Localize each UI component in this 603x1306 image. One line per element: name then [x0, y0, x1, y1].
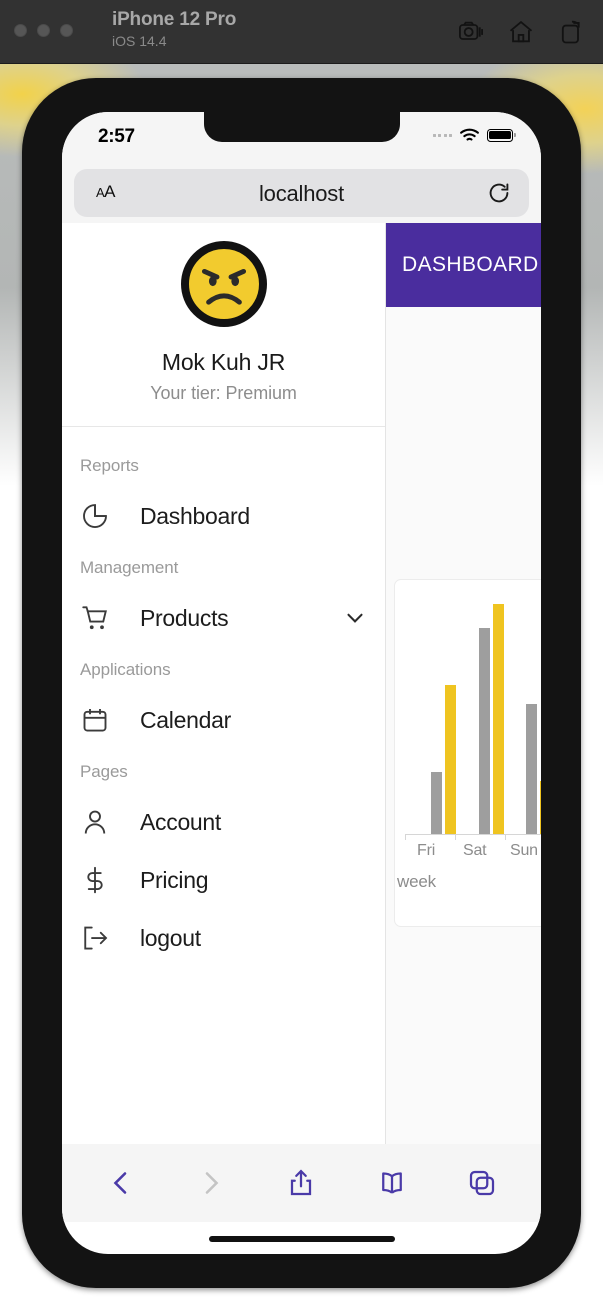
bar-sun-yellow	[540, 781, 541, 834]
status-bar-time: 2:57	[98, 126, 135, 147]
window-traffic-lights	[14, 24, 73, 37]
bar-fri-yellow	[445, 685, 456, 834]
zoom-window-button[interactable]	[60, 24, 73, 37]
bar-sun-gray	[526, 704, 537, 834]
bar-sat-yellow	[493, 604, 504, 834]
chart-tick-labels: Fri Sat Sun	[405, 842, 541, 866]
simulator-title-block: iPhone 12 Pro iOS 14.4	[112, 9, 236, 49]
sidebar-item-label: logout	[140, 924, 201, 951]
chart-x-axis-label: week	[397, 872, 436, 891]
shopping-cart-icon	[80, 603, 110, 633]
safari-bottom-toolbar	[62, 1144, 541, 1222]
url-text: localhost	[258, 181, 345, 206]
profile-tier: Your tier: Premium	[150, 383, 297, 403]
calendar-icon	[80, 705, 110, 735]
chart-x-axis	[405, 834, 541, 840]
page-title: DASHBOARD	[402, 253, 539, 276]
share-icon[interactable]	[286, 1167, 316, 1199]
bar-fri-gray	[431, 772, 442, 834]
profile-block: Mok Kuh JR Your tier: Premium	[62, 223, 385, 427]
bar-sat-gray	[479, 628, 490, 834]
bar-chart-plot	[405, 594, 541, 834]
sidebar-section-reports: Reports	[80, 456, 139, 475]
simulator-window: iPhone 12 Pro iOS 14.4 2:57 AA localhost…	[0, 0, 603, 1306]
close-window-button[interactable]	[14, 24, 27, 37]
reload-icon[interactable]	[487, 181, 511, 205]
simulator-titlebar: iPhone 12 Pro iOS 14.4	[0, 0, 603, 64]
sidebar-nav: Reports Dashboard Management Products Ap…	[62, 427, 385, 967]
sidebar-item-label: Dashboard	[140, 502, 250, 529]
home-icon[interactable]	[507, 18, 535, 46]
webview: Mok Kuh JR Your tier: Premium Reports Da…	[62, 223, 541, 1144]
pie-chart-icon	[80, 501, 110, 531]
sidebar-item-calendar[interactable]: Calendar	[62, 691, 385, 749]
back-chevron-icon[interactable]	[106, 1167, 136, 1199]
bar-group-sun	[526, 704, 541, 834]
sidebar-item-pricing[interactable]: Pricing	[62, 851, 385, 909]
chevron-down-icon[interactable]	[343, 606, 367, 630]
sidebar-section-applications: Applications	[80, 660, 171, 679]
dashboard-header: DASHBOARD	[386, 223, 541, 307]
dollar-icon	[80, 865, 110, 895]
status-bar-indicators	[432, 127, 516, 143]
avatar	[180, 241, 267, 327]
device-screen: 2:57 AA localhost Mok Kuh JR Your tier: …	[62, 112, 541, 1254]
bar-group-fri	[431, 685, 456, 834]
sidebar-section-pages: Pages	[80, 762, 128, 781]
safari-urlbar-container: AA localhost	[62, 164, 541, 223]
tick-label-sat: Sat	[463, 842, 487, 859]
main-content: DASHBOARD Fri Sat Sun week	[386, 223, 541, 1144]
bar-group-sat	[479, 604, 504, 834]
tick-label-fri: Fri	[417, 842, 436, 859]
sidebar-item-account[interactable]: Account	[62, 793, 385, 851]
device-name: iPhone 12 Pro	[112, 9, 237, 30]
os-version: iOS 14.4	[112, 32, 167, 49]
sidebar-item-products[interactable]: Products	[62, 589, 385, 647]
simulator-toolbar	[457, 18, 585, 46]
home-indicator	[208, 1236, 395, 1242]
sidebar-item-label: Pricing	[140, 866, 209, 893]
logout-icon	[80, 923, 110, 953]
app-sidebar: Mok Kuh JR Your tier: Premium Reports Da…	[62, 223, 386, 1144]
sidebar-item-logout[interactable]: logout	[62, 909, 385, 967]
battery-icon	[487, 128, 516, 142]
device-frame: 2:57 AA localhost Mok Kuh JR Your tier: …	[22, 78, 581, 1288]
forward-chevron-icon[interactable]	[196, 1167, 226, 1199]
sidebar-item-label: Products	[140, 604, 229, 631]
profile-name: Mok Kuh JR	[161, 349, 286, 375]
rotate-icon[interactable]	[557, 18, 585, 46]
signal-dots-icon	[432, 133, 452, 137]
device-notch	[203, 112, 400, 142]
sidebar-section-management: Management	[80, 558, 179, 577]
sidebar-item-label: Account	[140, 808, 222, 835]
chart-card: Fri Sat Sun week	[394, 579, 541, 927]
tick-label-sun: Sun	[510, 842, 538, 859]
user-icon	[80, 807, 110, 837]
book-icon[interactable]	[377, 1167, 407, 1199]
wifi-icon	[459, 127, 480, 143]
safari-urlbar[interactable]: AA localhost	[74, 169, 529, 217]
tabs-icon[interactable]	[467, 1167, 497, 1199]
minimize-window-button[interactable]	[37, 24, 50, 37]
sidebar-item-label: Calendar	[140, 706, 231, 733]
sidebar-item-dashboard[interactable]: Dashboard	[62, 487, 385, 545]
screenshot-icon[interactable]	[457, 18, 485, 46]
